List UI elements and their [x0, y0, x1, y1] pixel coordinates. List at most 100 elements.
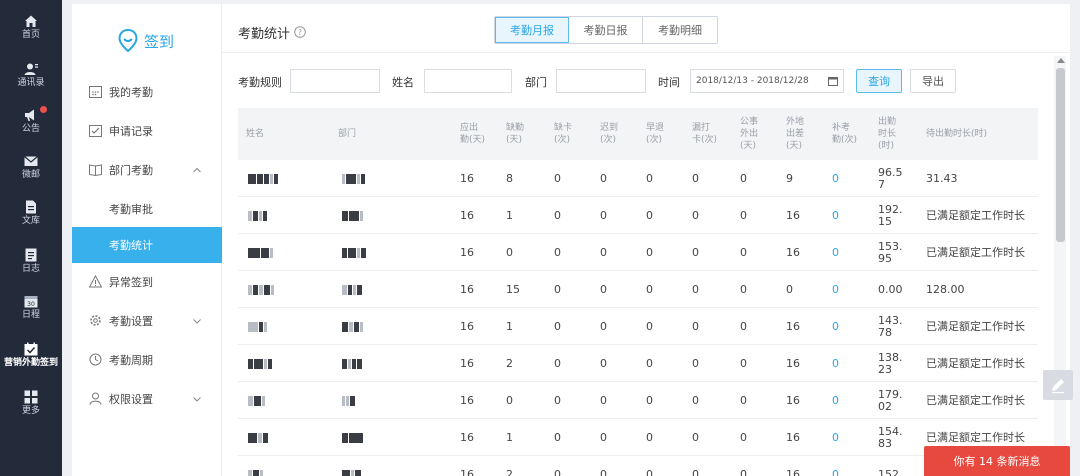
- column-header: 缺卡 (次): [554, 123, 573, 145]
- rail-item-announcement[interactable]: 公告: [0, 102, 62, 148]
- rail-item-checkin[interactable]: 营销外勤签到: [0, 336, 62, 382]
- cell-remain: 已满足额定工作时长: [926, 208, 1025, 222]
- sidebar-item-abnormal-checkin[interactable]: 异常签到: [72, 264, 222, 300]
- help-icon[interactable]: ?: [294, 26, 306, 38]
- sidebar-item-label: 权限设置: [109, 393, 153, 406]
- table-row[interactable]: 16 1 0 0 0 0 0 16 0 154. 83 已满足额定工作时长: [238, 419, 1038, 456]
- dept-input[interactable]: [556, 69, 646, 93]
- cell-trip: 16: [786, 393, 800, 407]
- cell-makeup[interactable]: 0: [832, 308, 839, 345]
- sidebar-item-dept-attendance[interactable]: 部门考勤: [72, 152, 222, 188]
- sidebar-item-my-attendance[interactable]: 我的考勤: [72, 74, 222, 110]
- cell-leak: 0: [692, 467, 699, 476]
- dept-redacted: [342, 470, 362, 476]
- dept-redacted: [342, 359, 363, 369]
- rail-item-more[interactable]: 更多: [0, 384, 62, 430]
- mail-icon: [24, 156, 38, 166]
- sidebar-item-settings[interactable]: 考勤设置: [72, 303, 222, 339]
- cell-leak: 0: [692, 282, 699, 296]
- table-row[interactable]: 16200000160152.已满足额定工作时长: [238, 456, 1038, 476]
- cell-early: 0: [646, 245, 653, 259]
- column-header: 漏打 卡(次): [692, 123, 718, 145]
- rail-item-label: 公告: [21, 124, 40, 134]
- cell-due: 16: [460, 282, 474, 296]
- cell-leak: 0: [692, 393, 699, 407]
- table-row[interactable]: 16 15 0 0 0 0 0 0 0 0.00 128.00: [238, 271, 1038, 308]
- cell-makeup[interactable]: 0: [832, 271, 839, 308]
- rail-item-mail[interactable]: 微邮: [0, 148, 62, 194]
- rail-item-log[interactable]: 日志: [0, 242, 62, 288]
- column-header: 姓名: [246, 129, 265, 139]
- edit-float-button[interactable]: [1043, 370, 1073, 400]
- cell-makeup[interactable]: 0: [832, 234, 839, 271]
- cell-trip: 16: [786, 208, 800, 222]
- svg-text:30: 30: [27, 301, 35, 308]
- dept-redacted: [342, 174, 366, 184]
- rule-input[interactable]: [290, 69, 380, 93]
- export-button[interactable]: 导出: [910, 69, 956, 93]
- cell-makeup[interactable]: 0: [832, 197, 839, 234]
- calendar-icon[interactable]: [828, 76, 838, 86]
- checklist-icon: [89, 125, 102, 137]
- cell-remain: 已满足额定工作时长: [926, 356, 1025, 370]
- cell-due: 16: [460, 393, 474, 407]
- cell-late: 0: [600, 208, 607, 222]
- tab-daily-report[interactable]: 考勤日报: [569, 17, 643, 43]
- cell-makeup[interactable]: 0: [832, 382, 839, 419]
- rail-item-library[interactable]: 文库: [0, 194, 62, 240]
- name-redacted: [248, 174, 279, 184]
- sidebar-item-apply-records[interactable]: 申请记录: [72, 113, 222, 149]
- cell-miss: 0: [554, 319, 561, 333]
- date-range-input[interactable]: 2018/12/13 - 2018/12/28: [690, 69, 844, 93]
- cell-early: 0: [646, 208, 653, 222]
- cell-makeup[interactable]: 0: [832, 419, 839, 456]
- tab-detail[interactable]: 考勤明细: [643, 17, 717, 43]
- checkin-icon: [24, 342, 38, 356]
- table-row[interactable]: 16 1 0 0 0 0 0 16 0 143. 78 已满足额定工作时长: [238, 308, 1038, 345]
- calendar-icon: 30: [24, 296, 38, 308]
- rail-item-contacts[interactable]: 通讯录: [0, 56, 62, 102]
- scroll-up-arrow[interactable]: [1057, 58, 1065, 63]
- table-row[interactable]: 16 2 0 0 0 0 0 16 0 138. 23 已满足额定工作时长: [238, 345, 1038, 382]
- cell-early: 0: [646, 467, 653, 476]
- sidebar-item-approval[interactable]: 考勤审批: [72, 191, 222, 227]
- query-button[interactable]: 查询: [856, 69, 902, 93]
- rail-item-label: 日程: [21, 310, 40, 320]
- sidebar-item-label: 考勤统计: [109, 239, 153, 252]
- table-row[interactable]: 16 0 0 0 0 0 0 16 0 153. 95 已满足额定工作时长: [238, 234, 1038, 271]
- cell-late: 0: [600, 356, 607, 370]
- table-row[interactable]: 16 0 0 0 0 0 0 16 0 179. 02 已满足额定工作时长: [238, 382, 1038, 419]
- dept-redacted: [342, 396, 356, 406]
- cell-miss: 0: [554, 356, 561, 370]
- dept-redacted: [342, 322, 364, 332]
- cell-remain: 已满足额定工作时长: [926, 393, 1025, 407]
- cell-early: 0: [646, 356, 653, 370]
- new-message-toast[interactable]: 你有 14 条新消息: [924, 446, 1070, 476]
- cell-makeup[interactable]: 0: [832, 345, 839, 382]
- cell-late: 0: [600, 319, 607, 333]
- sidebar-item-statistics[interactable]: 考勤统计: [72, 227, 222, 263]
- rail-item-label: 更多: [21, 406, 40, 416]
- column-header: 迟到 (次): [600, 123, 619, 145]
- rail-item-schedule[interactable]: 30 日程: [0, 288, 62, 334]
- sidebar-item-cycle[interactable]: 考勤周期: [72, 342, 222, 378]
- name-input[interactable]: [424, 69, 512, 93]
- rail-item-home[interactable]: 首页: [0, 8, 62, 54]
- cell-makeup[interactable]: 0: [832, 456, 839, 476]
- tab-monthly-report[interactable]: 考勤月报: [495, 17, 569, 43]
- table-row[interactable]: 16 1 0 0 0 0 0 16 0 192. 15 已满足额定工作时长: [238, 197, 1038, 234]
- user-icon: [89, 392, 102, 405]
- cell-trip: 16: [786, 245, 800, 259]
- cell-makeup[interactable]: 0: [832, 160, 839, 197]
- divider: [222, 52, 1070, 53]
- announcement-icon: [25, 109, 34, 121]
- location-pin-icon: [118, 29, 138, 53]
- dept-label: 部门: [525, 76, 547, 89]
- cell-out: 0: [740, 393, 747, 407]
- table-row[interactable]: 16 8 0 0 0 0 0 9 0 96.5 7 31.43: [238, 160, 1038, 197]
- sidebar-item-permissions[interactable]: 权限设置: [72, 381, 222, 417]
- scrollbar-thumb[interactable]: [1056, 68, 1065, 242]
- cell-late: 0: [600, 171, 607, 185]
- cell-remain: 已满足额定工作时长: [926, 319, 1025, 333]
- name-redacted: [248, 211, 268, 221]
